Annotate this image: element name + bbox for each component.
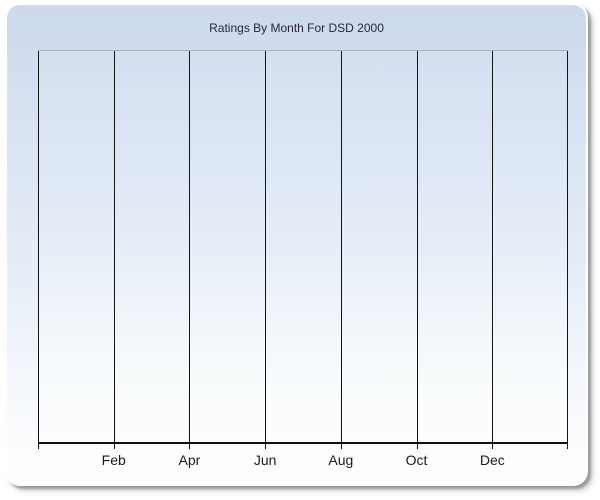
axis-tick (340, 444, 342, 449)
chart-title: Ratings By Month For DSD 2000 (209, 21, 384, 35)
x-axis-label: Dec (479, 452, 505, 468)
gridline (265, 51, 267, 443)
plot-area: Feb Apr Jun Aug Oct Dec (38, 50, 568, 468)
gridline (113, 51, 115, 443)
gridline (492, 51, 494, 443)
x-axis-label: Aug (328, 452, 354, 468)
gridline (340, 51, 342, 443)
gridline (567, 51, 568, 443)
axis-tick (567, 444, 568, 449)
x-axis-line (38, 442, 568, 444)
x-axis-label: Feb (101, 452, 126, 468)
axis-tick (416, 444, 418, 449)
gridline (416, 51, 418, 443)
gridline (38, 51, 39, 443)
axis-tick (189, 444, 191, 449)
x-axis-label: Oct (405, 452, 428, 468)
gridline (189, 51, 191, 443)
x-axis-label: Apr (178, 452, 201, 468)
chart-window: Ratings By Month For DSD 2000 Feb Apr Jun A… (5, 3, 588, 486)
axis-tick (113, 444, 115, 449)
axis-tick (38, 444, 39, 449)
chart-panel: Ratings By Month For DSD 2000 Feb Apr Jun A… (7, 5, 586, 484)
axis-tick (492, 444, 494, 449)
axis-tick (265, 444, 267, 449)
x-axis-label: Jun (253, 452, 277, 468)
